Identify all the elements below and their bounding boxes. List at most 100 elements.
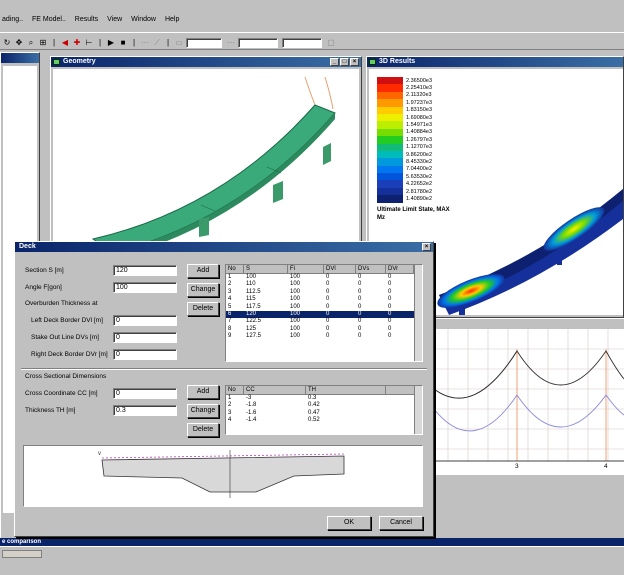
table-row[interactable]: 3 -1.6 0.47 bbox=[226, 410, 422, 417]
toolbar-combo[interactable] bbox=[186, 37, 222, 48]
table-row[interactable]: 9 127.5 100 0 0 0 bbox=[226, 333, 422, 340]
table-row[interactable]: 2 -1.8 0.42 bbox=[226, 402, 422, 409]
cross-coord-input[interactable]: 0 bbox=[113, 388, 177, 399]
cross-table-header: No CC TH bbox=[226, 386, 422, 395]
column-header[interactable]: No bbox=[226, 386, 244, 394]
table-cell: 1 bbox=[228, 274, 232, 280]
column-header[interactable]: DVr bbox=[386, 265, 414, 273]
grid-icon[interactable]: ⋯ bbox=[140, 38, 150, 48]
node-icon[interactable]: ⊢ bbox=[84, 38, 94, 48]
column-header[interactable]: S bbox=[244, 265, 288, 273]
red-tool-icon[interactable]: ◀ bbox=[60, 38, 70, 48]
cross-scrollbar[interactable] bbox=[414, 386, 422, 434]
change-cross-button[interactable]: Change bbox=[187, 404, 219, 418]
change-button[interactable]: Change bbox=[187, 283, 219, 297]
fit-view-icon[interactable]: ⊞ bbox=[38, 38, 48, 48]
ok-button[interactable]: OK bbox=[327, 516, 371, 530]
section-input[interactable]: 120 bbox=[113, 265, 177, 276]
chart-svg bbox=[433, 329, 624, 462]
table-row[interactable]: 6 120 100 0 0 0 bbox=[226, 310, 422, 319]
table-cell: 0 bbox=[358, 303, 362, 310]
play-icon[interactable]: ▶ bbox=[106, 38, 116, 48]
geometry-titlebar: Geometry _ □ × bbox=[51, 57, 361, 67]
table-row[interactable]: 4 115 100 0 0 0 bbox=[226, 296, 422, 303]
table-cell: 5 bbox=[228, 303, 232, 310]
sections-scrollbar[interactable] bbox=[414, 265, 422, 361]
menu-item-loading[interactable]: ading.. bbox=[2, 16, 23, 23]
cross-coord-label: Cross Coordinate CC [m] bbox=[25, 390, 98, 397]
table-cell: 0 bbox=[326, 310, 330, 317]
menu-item-view[interactable]: View bbox=[107, 16, 122, 23]
delete-button[interactable]: Delete bbox=[187, 302, 219, 316]
table-row[interactable]: 8 125 100 0 0 0 bbox=[226, 326, 422, 333]
separator-icon: | bbox=[52, 37, 56, 47]
deck-titlebar: Deck × bbox=[15, 242, 433, 252]
table-row[interactable]: 1 100 100 0 0 0 bbox=[226, 274, 422, 281]
chart-label-3: 3 bbox=[515, 463, 519, 470]
angle-label: Angle F[gon] bbox=[25, 284, 62, 291]
thickness-input[interactable]: 0.3 bbox=[113, 405, 177, 416]
close-button[interactable]: × bbox=[350, 58, 359, 66]
table-cell: 100 bbox=[290, 296, 301, 303]
table-row[interactable]: 1 -3 0.3 bbox=[226, 395, 422, 402]
table-cell: -1.4 bbox=[246, 417, 257, 424]
table-cell: 0 bbox=[358, 274, 362, 280]
angle-input[interactable]: 100 bbox=[113, 282, 177, 293]
add-cross-button[interactable]: Add bbox=[187, 385, 219, 399]
column-header[interactable]: TH bbox=[306, 386, 386, 394]
divider bbox=[21, 368, 427, 370]
table-cell: 0 bbox=[388, 296, 392, 303]
table-row[interactable]: 4 -1.4 0.52 bbox=[226, 417, 422, 424]
menu-item-results[interactable]: Results bbox=[75, 16, 98, 23]
menu-item-window[interactable]: Window bbox=[131, 16, 156, 23]
table-cell: 0 bbox=[358, 318, 362, 325]
add-button[interactable]: Add bbox=[187, 264, 219, 278]
stake-input[interactable]: 0 bbox=[113, 332, 177, 343]
slider-icon[interactable]: ▭ bbox=[174, 38, 184, 48]
close-button[interactable]: × bbox=[422, 243, 431, 251]
node-select-icon[interactable]: ⟋ bbox=[152, 38, 162, 48]
pan-icon[interactable]: ✥ bbox=[14, 38, 24, 48]
table-cell: 4 bbox=[228, 417, 232, 424]
menu-item-fe-model[interactable]: FE Model.. bbox=[32, 16, 66, 23]
delete-cross-button[interactable]: Delete bbox=[187, 423, 219, 437]
table-cell: 120 bbox=[246, 310, 257, 317]
table-cell: 100 bbox=[290, 333, 301, 340]
sections-table-header: No S Fi DVl DVs DVr bbox=[226, 265, 422, 274]
zoom-icon[interactable]: ⌕ bbox=[26, 38, 36, 48]
column-header[interactable]: DVl bbox=[324, 265, 356, 273]
table-cell: 2 bbox=[228, 402, 232, 409]
thickness-label: Thickness TH [m] bbox=[25, 407, 76, 414]
stop-icon[interactable]: ■ bbox=[118, 38, 128, 48]
minimize-button[interactable]: _ bbox=[330, 58, 339, 66]
menu-item-help[interactable]: Help bbox=[165, 16, 179, 23]
box-icon[interactable]: ▢ bbox=[326, 38, 336, 48]
chart-window: 3 4 bbox=[420, 318, 624, 478]
menu-bar: ading.. FE Model.. Results View Window H… bbox=[0, 16, 624, 27]
sections-table-body: 1 100 100 0 0 0 2 110 100 0 0 0 3 112.5 100 0 0 0 4 115 100 0… bbox=[226, 274, 422, 341]
red-arrow-icon[interactable]: ✚ bbox=[72, 38, 82, 48]
rotate-icon[interactable]: ↻ bbox=[2, 38, 12, 48]
deck-title: Deck bbox=[19, 243, 36, 250]
toolbar-combo-3[interactable] bbox=[282, 37, 322, 48]
taskbar-button[interactable] bbox=[2, 550, 42, 558]
table-cell: 100 bbox=[290, 318, 301, 325]
table-cell: 6 bbox=[228, 310, 232, 317]
left-border-input[interactable]: 0 bbox=[113, 315, 177, 326]
right-border-input[interactable]: 0 bbox=[113, 349, 177, 360]
toolbar-combo-2[interactable] bbox=[238, 37, 278, 48]
column-header[interactable]: Fi bbox=[288, 265, 324, 273]
table-cell: 0 bbox=[388, 333, 392, 340]
column-header[interactable]: CC bbox=[244, 386, 306, 394]
cancel-button[interactable]: Cancel bbox=[379, 516, 423, 530]
dots-icon[interactable]: ⋯ bbox=[226, 38, 236, 48]
table-row[interactable]: 7 122.5 100 0 0 0 bbox=[226, 318, 422, 325]
table-row[interactable]: 2 110 100 0 0 0 bbox=[226, 281, 422, 288]
table-row[interactable]: 3 112.5 100 0 0 0 bbox=[226, 289, 422, 296]
table-row[interactable]: 5 117.5 100 0 0 0 bbox=[226, 304, 422, 311]
separator-icon: | bbox=[132, 37, 136, 47]
column-header[interactable]: DVs bbox=[356, 265, 386, 273]
column-header[interactable]: No bbox=[226, 265, 244, 273]
cross-section-svg: v bbox=[98, 450, 345, 498]
maximize-button[interactable]: □ bbox=[340, 58, 349, 66]
